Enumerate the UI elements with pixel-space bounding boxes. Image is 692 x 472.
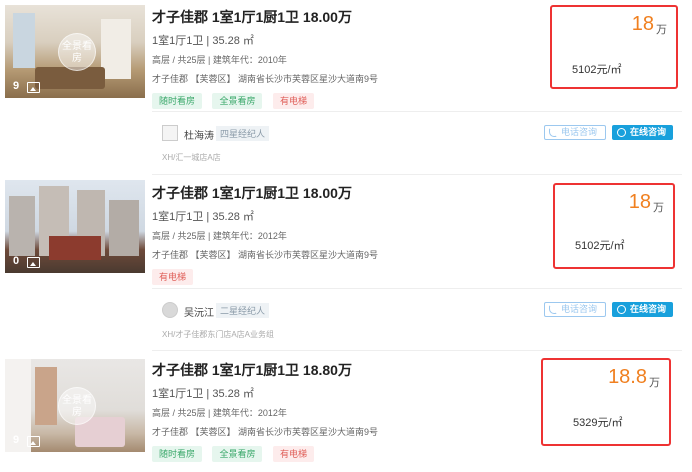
tag: 随时看房 — [152, 93, 203, 109]
listing-layout: 1室1厅1卫 | 35.28 ㎡ — [152, 388, 254, 400]
image-icon — [27, 82, 40, 93]
listing-address: 才子佳郡 【芙蓉区】 湖南省长沙市芙蓉区星沙大道南9号 — [152, 250, 379, 260]
total-price: 18.8 — [608, 366, 647, 388]
tag: 有电梯 — [152, 269, 194, 285]
listing-floor-year: 高层 / 共25层 | 建筑年代：2012年 — [152, 231, 287, 241]
agent-avatar[interactable] — [162, 125, 178, 141]
phone-consult-label: 电话咨询 — [561, 304, 598, 314]
price-unit: 万 — [656, 24, 667, 36]
listing-title[interactable]: 才子佳郡 1室1厅1厨1卫 18.80万 — [152, 360, 378, 380]
online-chat-button[interactable]: 在线咨询 — [612, 302, 673, 317]
panorama-badge[interactable]: 全景看房 — [58, 33, 96, 71]
listing-floor-year: 高层 / 共25层 | 建筑年代：2010年 — [152, 55, 287, 65]
agent-level-badge: 四星经纪人 — [216, 126, 270, 141]
divider — [152, 174, 682, 175]
total-price: 18 — [628, 191, 651, 213]
unit-price: 5329元/㎡ — [573, 417, 623, 429]
listing-address: 才子佳郡 【芙蓉区】 湖南省长沙市芙蓉区星沙大道南9号 — [152, 427, 379, 437]
price-unit: 万 — [649, 377, 660, 389]
tag: 有电梯 — [272, 93, 314, 109]
tag: 全景看房 — [212, 446, 263, 462]
divider — [152, 350, 682, 351]
building-photo — [5, 180, 145, 273]
unit-price: 5102元/㎡ — [575, 240, 625, 252]
agent-row: 杜海涛 四星经纪人 XH/汇一城店A店 电话咨询 在线咨询 — [152, 111, 682, 173]
agent-row: 吴沅江 二星经纪人 XH/才子佳郡东门店A店A业务组 电话咨询 在线咨询 — [152, 288, 682, 348]
listing-photo[interactable]: 全景看房 9 — [5, 5, 145, 98]
listing-tags: 有电梯 — [152, 267, 378, 285]
listing-photo[interactable]: 0 — [5, 180, 145, 273]
listing-floor-year: 高层 / 共25层 | 建筑年代：2012年 — [152, 408, 287, 418]
listing-title[interactable]: 才子佳郡 1室1厅1厨1卫 18.00万 — [152, 183, 378, 203]
chat-icon — [617, 305, 626, 314]
phone-consult-button[interactable]: 电话咨询 — [544, 125, 606, 140]
tag: 有电梯 — [272, 446, 314, 462]
photo-count: 9 — [13, 434, 20, 446]
listing-layout: 1室1厅1卫 | 35.28 ㎡ — [152, 211, 254, 223]
listing-tags: 随时看房 全景看房 有电梯 — [152, 91, 378, 109]
listing-address: 才子佳郡 【芙蓉区】 湖南省长沙市芙蓉区星沙大道南9号 — [152, 74, 379, 84]
agent-avatar[interactable] — [162, 302, 178, 318]
tag: 随时看房 — [152, 446, 203, 462]
listing-tags: 随时看房 全景看房 有电梯 — [152, 444, 378, 462]
online-chat-label: 在线咨询 — [630, 304, 667, 314]
phone-consult-label: 电话咨询 — [561, 127, 598, 137]
agent-name[interactable]: 杜海涛 — [184, 127, 214, 142]
photo-count: 0 — [13, 255, 20, 267]
price-box: 18.8 万 5329元/㎡ — [541, 358, 671, 446]
online-chat-button[interactable]: 在线咨询 — [612, 125, 673, 140]
agent-shop: XH/汇一城店A店 — [162, 153, 221, 162]
listing-title[interactable]: 才子佳郡 1室1厅1厨1卫 18.00万 — [152, 7, 378, 27]
chat-icon — [617, 128, 626, 137]
phone-icon — [549, 128, 557, 137]
price-unit: 万 — [653, 202, 664, 214]
image-icon — [27, 257, 40, 268]
listing-layout: 1室1厅1卫 | 35.28 ㎡ — [152, 35, 254, 47]
online-chat-label: 在线咨询 — [630, 127, 667, 137]
total-price: 18 — [631, 13, 654, 35]
unit-price: 5102元/㎡ — [572, 64, 622, 76]
tag: 全景看房 — [212, 93, 263, 109]
price-box: 18 万 5102元/㎡ — [550, 5, 678, 89]
phone-consult-button[interactable]: 电话咨询 — [544, 302, 606, 317]
agent-name[interactable]: 吴沅江 — [184, 304, 214, 319]
panorama-badge[interactable]: 全景看房 — [58, 387, 96, 425]
image-icon — [27, 436, 40, 447]
listing-photo[interactable]: 全景看房 9 — [5, 359, 145, 452]
phone-icon — [549, 305, 557, 314]
agent-level-badge: 二星经纪人 — [216, 303, 270, 318]
photo-count: 9 — [13, 80, 20, 92]
agent-shop: XH/才子佳郡东门店A店A业务组 — [162, 330, 275, 339]
price-box: 18 万 5102元/㎡ — [553, 183, 675, 269]
